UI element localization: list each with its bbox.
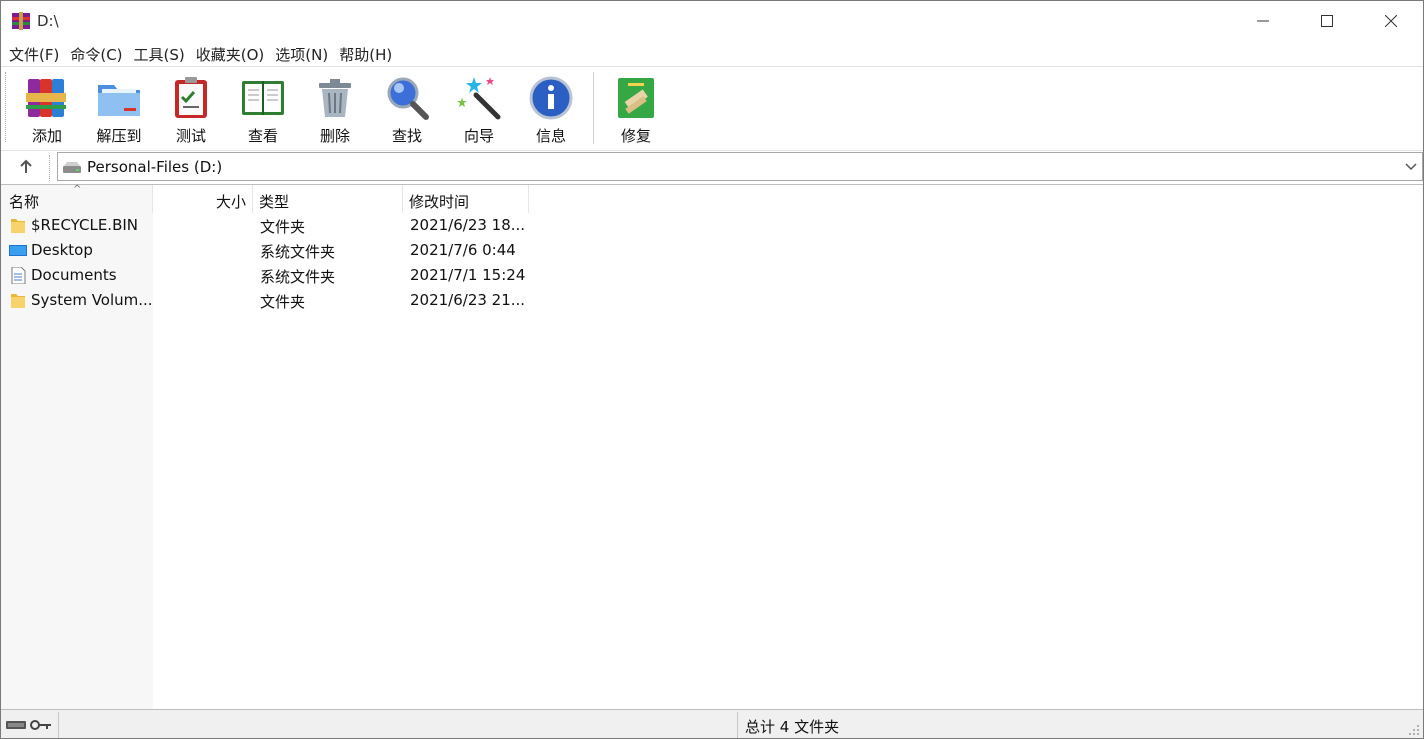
file-name: Desktop (31, 241, 93, 259)
file-modified: 2021/7/1 15:24 (410, 266, 526, 284)
menu-bar: 文件(F) 命令(C) 工具(S) 收藏夹(O) 选项(N) 帮助(H) (1, 41, 1423, 67)
drive-icon (63, 162, 81, 173)
up-folder-button[interactable] (11, 154, 41, 180)
menu-favorites[interactable]: 收藏夹(O) (192, 41, 272, 66)
chevron-down-icon[interactable] (1404, 159, 1418, 173)
info-label: 信息 (535, 127, 566, 145)
column-header-modified[interactable]: 修改时间 (403, 185, 529, 213)
status-bar: 总计 4 文件夹 (1, 709, 1423, 738)
toolbar-separator (593, 72, 594, 144)
window-title: D:\ (37, 12, 59, 30)
repair-button[interactable]: 修复 (600, 68, 672, 148)
resize-grip-icon[interactable] (1408, 724, 1420, 736)
test-label: 测试 (175, 127, 206, 145)
file-type: 系统文件夹 (260, 243, 336, 261)
view-label: 查看 (247, 127, 278, 145)
add-label: 添加 (31, 127, 62, 145)
wizard-button[interactable]: 向导 (443, 68, 515, 148)
column-header-type[interactable]: 类型 (253, 185, 403, 213)
view-button[interactable]: 查看 (227, 68, 299, 148)
add-button[interactable]: 添加 (11, 68, 83, 148)
address-row: Personal-Files (D:) (1, 150, 1423, 182)
table-row[interactable]: Documents 系统文件夹 2021/7/1 15:24 (1, 263, 531, 288)
file-type: 文件夹 (260, 293, 306, 311)
file-modified: 2021/7/6 0:44 (410, 241, 516, 259)
document-icon (11, 267, 26, 284)
winrar-window: D:\ 文件(F) 命令(C) 工具(S) 收藏夹(O) 选项(N) 帮助(H) (0, 0, 1424, 739)
file-name: Documents (31, 266, 117, 284)
column-header-name[interactable]: ^ 名称 (1, 184, 153, 213)
toolbar: 添加 解压到 测试 查看 删除 查找 向导 信息 修复 (1, 68, 1423, 148)
info-button[interactable]: 信息 (515, 68, 587, 148)
delete-button[interactable]: 删除 (299, 68, 371, 148)
list-header: ^ 名称 大小 类型 修改时间 (1, 184, 1423, 213)
repair-kit-icon (618, 78, 654, 118)
column-header-size[interactable]: 大小 (153, 185, 253, 213)
arrow-up-icon (20, 159, 32, 173)
maximize-icon (1321, 15, 1333, 27)
desktop-icon (9, 245, 27, 256)
info-icon (529, 76, 573, 120)
extract-button[interactable]: 解压到 (83, 68, 155, 148)
file-name: $RECYCLE.BIN (31, 216, 139, 234)
minimize-button[interactable] (1231, 1, 1295, 41)
magic-wand-icon (457, 77, 501, 120)
file-type: 系统文件夹 (260, 268, 336, 286)
wizard-label: 向导 (463, 127, 494, 145)
extract-label: 解压到 (96, 127, 142, 145)
folder-extract-icon (98, 85, 140, 116)
file-modified: 2021/6/23 18... (410, 216, 526, 234)
column-name-label: 名称 (9, 193, 40, 211)
drive-key-icon[interactable] (5, 717, 55, 733)
close-button[interactable] (1359, 1, 1423, 41)
status-divider (737, 712, 738, 738)
menu-tools[interactable]: 工具(S) (130, 41, 192, 66)
address-path: Personal-Files (D:) (87, 158, 223, 176)
toolbar-grip (5, 72, 8, 142)
maximize-button[interactable] (1295, 1, 1359, 41)
title-bar: D:\ (1, 1, 1423, 41)
menu-command[interactable]: 命令(C) (66, 41, 129, 66)
clipboard-test-icon (175, 77, 207, 118)
folder-icon (11, 294, 25, 308)
trash-icon (319, 79, 351, 117)
winrar-app-icon (12, 12, 30, 30)
file-name: System Volum... (31, 291, 153, 309)
find-button[interactable]: 查找 (371, 68, 443, 148)
menu-options[interactable]: 选项(N) (271, 41, 335, 66)
delete-label: 删除 (319, 127, 350, 145)
file-type: 文件夹 (260, 218, 306, 236)
table-row[interactable]: $RECYCLE.BIN 文件夹 2021/6/23 18... (1, 213, 531, 238)
status-summary: 总计 4 文件夹 (745, 718, 840, 736)
table-row[interactable]: Desktop 系统文件夹 2021/7/6 0:44 (1, 238, 531, 263)
address-grip (49, 155, 51, 181)
find-label: 查找 (391, 127, 422, 145)
minimize-icon (1257, 20, 1269, 22)
close-icon (1385, 15, 1397, 27)
archive-add-icon (26, 79, 66, 117)
book-view-icon (242, 81, 284, 115)
menu-file[interactable]: 文件(F) (5, 41, 66, 66)
sort-ascending-icon: ^ (73, 184, 82, 195)
status-divider (58, 712, 59, 738)
file-modified: 2021/6/23 21... (410, 291, 526, 309)
magnifier-icon (387, 77, 429, 120)
address-combobox[interactable]: Personal-Files (D:) (57, 152, 1423, 181)
test-button[interactable]: 测试 (155, 68, 227, 148)
folder-icon (11, 219, 25, 233)
repair-label: 修复 (620, 127, 651, 145)
file-list[interactable]: ^ 名称 大小 类型 修改时间 $RECYCLE.BIN 文件夹 2021/6/… (1, 184, 1423, 709)
table-row[interactable]: System Volum... 文件夹 2021/6/23 21... (1, 288, 531, 313)
menu-help[interactable]: 帮助(H) (335, 41, 399, 66)
